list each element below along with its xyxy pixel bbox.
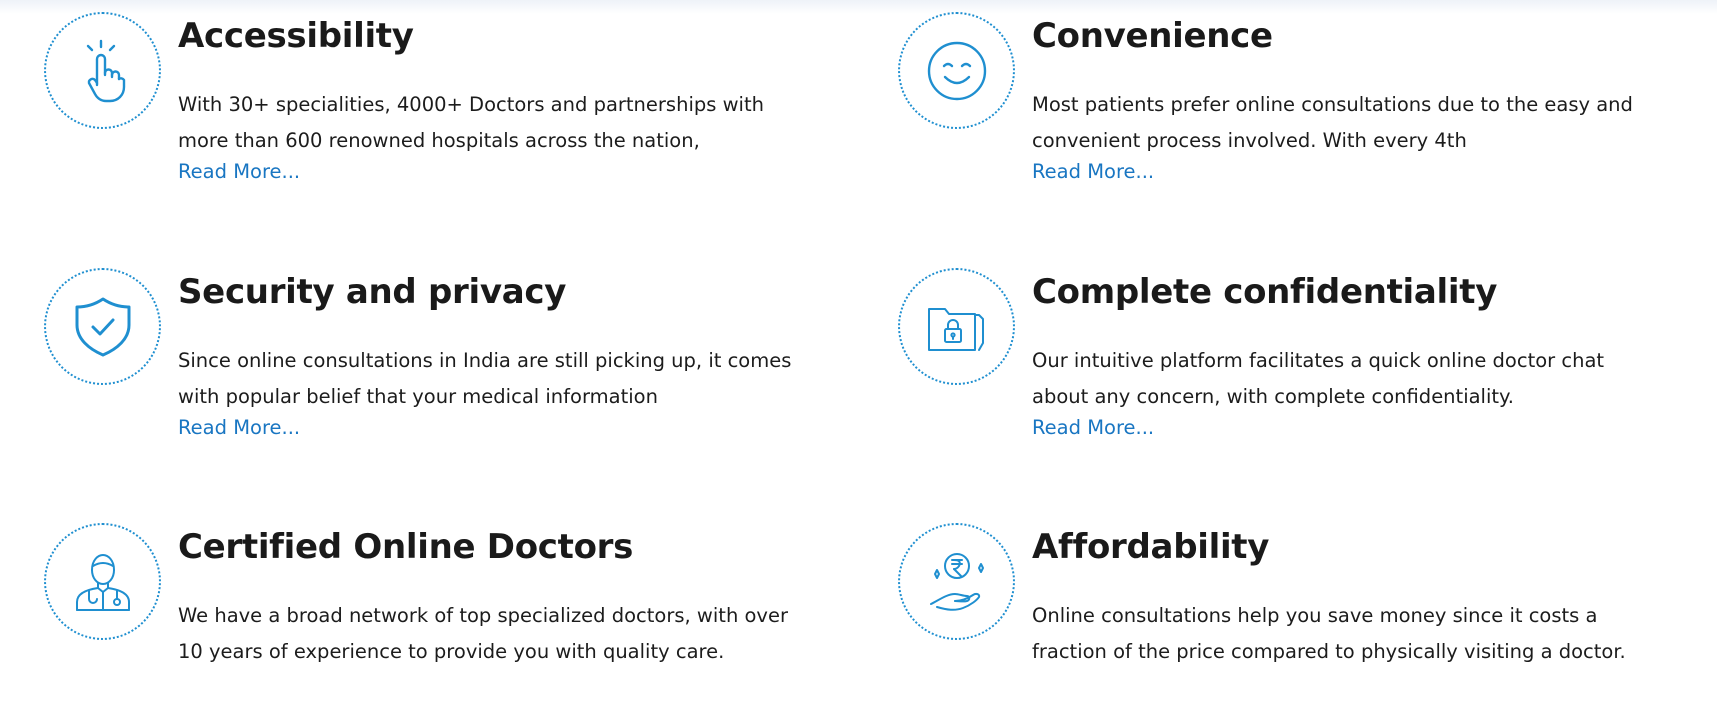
feature-complete-confidentiality: Complete confidentiality Our intuitive p…	[898, 268, 1658, 468]
feature-description: Most patients prefer online consultation…	[1032, 93, 1633, 152]
feature-affordability: Affordability Online consultations help …	[898, 523, 1658, 723]
icon-circle	[44, 12, 161, 129]
tap-hand-icon	[86, 39, 125, 102]
feature-certified-doctors: Certified Online Doctors We have a broad…	[44, 523, 804, 723]
feature-title: Certified Online Doctors	[178, 527, 634, 567]
feature-title: Convenience	[1032, 16, 1273, 56]
read-more-link[interactable]: Read More...	[1032, 160, 1154, 183]
feature-title: Accessibility	[178, 16, 414, 56]
feature-accessibility: Accessibility With 30+ specialities, 400…	[44, 12, 804, 212]
smiley-face-icon	[927, 41, 986, 100]
read-more-link[interactable]: Read More...	[178, 160, 300, 183]
feature-description: Our intuitive platform facilitates a qui…	[1032, 349, 1605, 408]
read-more-link[interactable]: Read More...	[1032, 416, 1154, 439]
feature-title: Affordability	[1032, 527, 1270, 567]
feature-description: We have a broad network of top specializ…	[178, 604, 788, 663]
feature-description: Since online consultations in India are …	[178, 349, 792, 408]
shield-check-icon	[75, 297, 130, 356]
read-more-link[interactable]: Read More...	[178, 416, 300, 439]
feature-description: With 30+ specialities, 4000+ Doctors and…	[178, 93, 764, 152]
icon-circle	[44, 523, 161, 640]
icon-circle	[898, 12, 1015, 129]
icon-circle	[898, 523, 1015, 640]
icon-circle	[898, 268, 1015, 385]
feature-convenience: Convenience Most patients prefer online …	[898, 12, 1658, 212]
icon-circle	[44, 268, 161, 385]
locked-folder-icon	[927, 307, 984, 351]
rupee-coin-hand-icon	[929, 552, 984, 611]
feature-title: Complete confidentiality	[1032, 272, 1498, 312]
feature-description: Online consultations help you save money…	[1032, 604, 1626, 663]
feature-security-privacy: Security and privacy Since online consul…	[44, 268, 804, 468]
doctor-icon	[75, 553, 130, 611]
feature-title: Security and privacy	[178, 272, 567, 312]
